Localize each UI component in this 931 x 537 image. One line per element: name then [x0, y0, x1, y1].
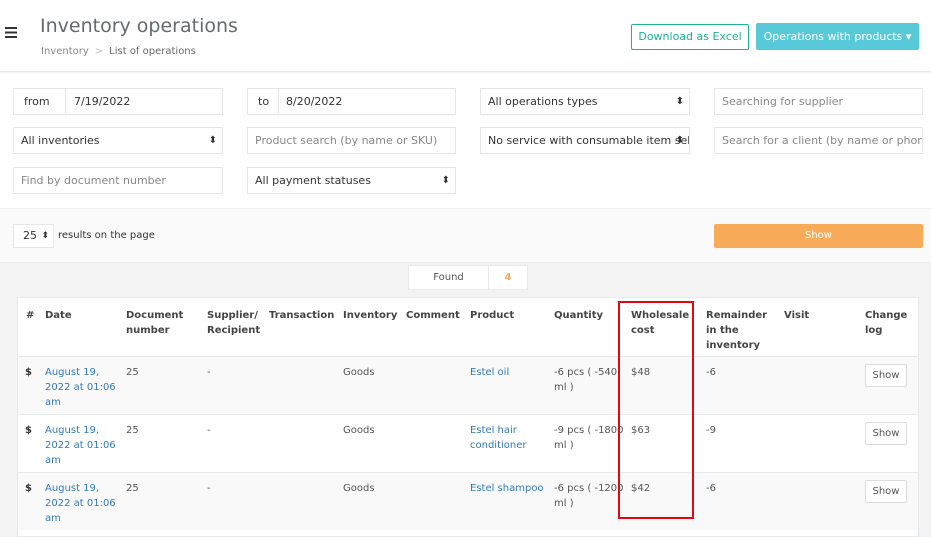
found-count: 4 [504, 272, 512, 283]
row-product-link[interactable]: Estel oil [470, 365, 548, 380]
breadcrumb-separator: > [94, 46, 104, 57]
download-excel-button[interactable]: Download as Excel [631, 24, 749, 50]
row-inventory: Goods [343, 425, 375, 436]
supplier-search-input[interactable]: Searching for supplier [714, 88, 923, 115]
header-supplier: Supplier/ Recipient [207, 310, 261, 336]
operations-table: # Date Document number Supplier/ Recipie… [17, 297, 919, 537]
wholesale-cost-highlight-box [618, 301, 694, 519]
per-page-select[interactable]: 25 [13, 224, 54, 248]
header-change-log: Change log [865, 310, 908, 336]
results-bar: 25 results on the page Show [0, 208, 931, 263]
show-results-button[interactable]: Show [714, 224, 923, 248]
page-title: Inventory operations [40, 15, 238, 37]
operations-with-products-button[interactable]: Operations with products ▾ [756, 23, 919, 50]
header-remainder: Remainder in the inventory [706, 310, 768, 351]
dollar-icon: $ [25, 425, 32, 436]
dollar-icon: $ [25, 483, 32, 494]
row-remainder: -6 [706, 367, 716, 378]
row-product-link[interactable]: Estel shampoo [470, 481, 550, 496]
found-label: Found [409, 266, 489, 289]
operation-types-select[interactable]: All operations types [480, 88, 690, 115]
service-select[interactable]: No service with consumable item sele [480, 127, 690, 154]
inventories-select[interactable]: All inventories [13, 127, 223, 154]
row-inventory: Goods [343, 483, 375, 494]
row-quantity: -6 pcs ( -1200 ml ) [554, 483, 624, 509]
row-supplier: - [207, 367, 211, 378]
header-document-number: Document number [126, 310, 184, 336]
row-supplier: - [207, 483, 211, 494]
found-counter: Found 4 [408, 265, 528, 290]
row-quantity: -9 pcs ( -1800 ml ) [554, 425, 624, 451]
row-date-link[interactable]: August 19, 2022 at 01:06 am [45, 481, 117, 526]
breadcrumb-inventory[interactable]: Inventory [41, 46, 89, 57]
change-log-show-button[interactable]: Show [865, 480, 907, 503]
header-number: # [26, 310, 35, 321]
header-product: Product [470, 310, 515, 321]
page-header: Inventory operations Inventory > List of o… [0, 0, 931, 72]
date-from-value[interactable]: 7/19/2022 [74, 89, 130, 114]
change-log-show-button[interactable]: Show [865, 364, 907, 387]
client-search-input[interactable]: Search for a client (by name or phone [714, 127, 923, 154]
row-date-link[interactable]: August 19, 2022 at 01:06 am [45, 365, 117, 410]
date-to-label: to [248, 89, 279, 114]
row-quantity: -6 pcs ( -540 ml ) [554, 367, 618, 393]
header-visit: Visit [784, 310, 810, 321]
product-search-input[interactable]: Product search (by name or SKU) [247, 127, 456, 154]
row-document: 25 [126, 367, 139, 378]
date-to-field[interactable]: to 8/20/2022 [247, 88, 456, 115]
row-document: 25 [126, 425, 139, 436]
table-row: $ August 19, 2022 at 01:06 am 25 - Goods… [18, 414, 918, 472]
header-inventory: Inventory [343, 310, 398, 321]
row-product-link[interactable]: Estel hair conditioner [470, 423, 536, 453]
header-date: Date [45, 310, 72, 321]
dollar-icon: $ [25, 367, 32, 378]
row-document: 25 [126, 483, 139, 494]
breadcrumb-current: List of operations [109, 46, 196, 57]
header-quantity: Quantity [554, 310, 603, 321]
hamburger-icon[interactable] [5, 26, 17, 42]
table-row: $ August 19, 2022 at 01:06 am 25 - Goods… [18, 472, 918, 530]
date-from-field[interactable]: from 7/19/2022 [13, 88, 223, 115]
breadcrumb: Inventory > List of operations [41, 46, 196, 57]
payment-status-select[interactable]: All payment statuses [247, 167, 456, 194]
row-remainder: -6 [706, 483, 716, 494]
row-supplier: - [207, 425, 211, 436]
per-page-label: results on the page [58, 230, 155, 241]
row-inventory: Goods [343, 367, 375, 378]
header-comment: Comment [406, 310, 460, 321]
change-log-show-button[interactable]: Show [865, 422, 907, 445]
row-remainder: -9 [706, 425, 716, 436]
table-row: $ August 19, 2022 at 01:06 am 25 - Goods… [18, 356, 918, 414]
header-transaction: Transaction [269, 310, 335, 321]
document-number-input[interactable]: Find by document number [13, 167, 223, 194]
date-from-label: from [14, 89, 66, 114]
date-to-value[interactable]: 8/20/2022 [286, 89, 342, 114]
row-date-link[interactable]: August 19, 2022 at 01:06 am [45, 423, 117, 468]
